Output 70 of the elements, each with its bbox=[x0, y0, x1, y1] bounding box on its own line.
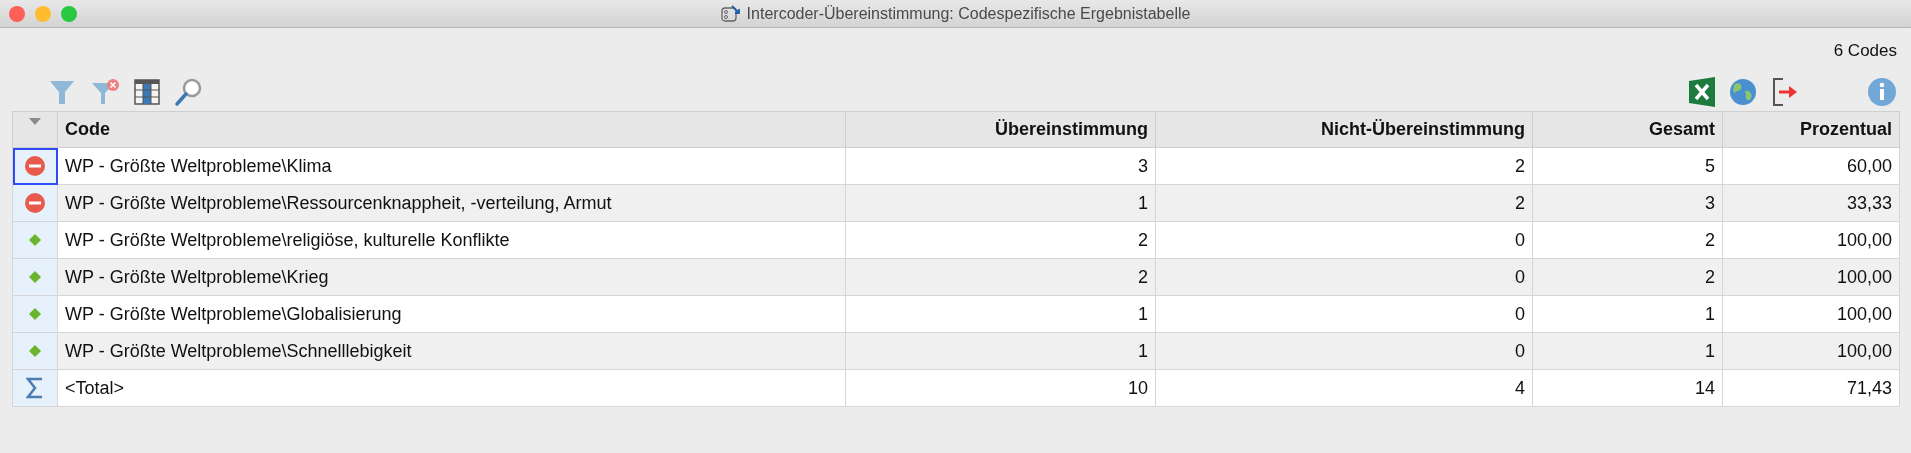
info-icon[interactable] bbox=[1867, 77, 1897, 107]
table-cell: 71,43 bbox=[1722, 369, 1900, 407]
column-header[interactable]: Nicht-Übereinstimmung bbox=[1155, 111, 1533, 148]
table-row[interactable]: WP - Größte Weltprobleme\Globalisierung 1 0 1 100,00 bbox=[12, 295, 1900, 333]
sort-header[interactable] bbox=[12, 111, 58, 148]
column-header[interactable]: Code bbox=[57, 111, 846, 148]
diamond-icon bbox=[29, 234, 41, 246]
table-cell: 100,00 bbox=[1722, 258, 1900, 296]
diamond-icon bbox=[29, 345, 41, 357]
table-cell: 100,00 bbox=[1722, 295, 1900, 333]
diamond-icon bbox=[29, 308, 41, 320]
table-row[interactable]: WP - Größte Weltprobleme\Ressourcenknappheit, -verteilung, Armut 1 2 3 33,33 bbox=[12, 184, 1900, 222]
spreadsheet-icon[interactable] bbox=[1689, 77, 1715, 107]
filter-icon[interactable] bbox=[48, 78, 76, 106]
table-cell: 1 bbox=[845, 332, 1156, 370]
search-icon[interactable] bbox=[174, 77, 204, 107]
table-row[interactable]: WP - Größte Weltprobleme\Klima 3 2 5 60,00 bbox=[12, 147, 1900, 185]
table-cell: 2 bbox=[1155, 184, 1533, 222]
table-cell: 0 bbox=[1155, 221, 1533, 259]
table-cell: WP - Größte Weltprobleme\religiöse, kulturelle Konflikte bbox=[57, 221, 846, 259]
table-cell: WP - Größte Weltprobleme\Klima bbox=[57, 147, 846, 185]
table-cell: WP - Größte Weltprobleme\Schnelllebigkeit bbox=[57, 332, 846, 370]
table-cell: 100,00 bbox=[1722, 332, 1900, 370]
table-cell: 5 bbox=[1532, 147, 1723, 185]
clear-filter-icon[interactable] bbox=[90, 78, 120, 106]
no-entry-icon bbox=[24, 155, 46, 177]
column-header[interactable]: Gesamt bbox=[1532, 111, 1723, 148]
table-cell: 60,00 bbox=[1722, 147, 1900, 185]
table-row[interactable]: WP - Größte Weltprobleme\Schnelllebigkeit 1 0 1 100,00 bbox=[12, 332, 1900, 370]
window-title: Intercoder-Übereinstimmung: Codespezifische Ergebnistabelle bbox=[746, 4, 1191, 23]
zoom-button[interactable] bbox=[61, 5, 77, 22]
minimize-button[interactable] bbox=[35, 5, 51, 22]
code-count: 6 Codes bbox=[1833, 41, 1897, 62]
table-row[interactable]: <Total> 10 4 14 71,43 bbox=[12, 369, 1900, 407]
table-cell: 0 bbox=[1155, 258, 1533, 296]
column-header[interactable]: Prozentual bbox=[1722, 111, 1900, 148]
app-icon bbox=[720, 4, 741, 23]
diamond-icon bbox=[29, 271, 41, 283]
globe-icon[interactable] bbox=[1729, 78, 1757, 106]
table-cell: <Total> bbox=[57, 369, 846, 407]
table-cell: 33,33 bbox=[1722, 184, 1900, 222]
table-cell: WP - Größte Weltprobleme\Ressourcenknappheit, -verteilung, Armut bbox=[57, 184, 846, 222]
table-cell: 10 bbox=[845, 369, 1156, 407]
table-cell: 1 bbox=[1532, 332, 1723, 370]
table-row[interactable]: WP - Größte Weltprobleme\Krieg 2 0 2 100,00 bbox=[12, 258, 1900, 296]
columns-icon[interactable] bbox=[134, 78, 160, 106]
table-cell: 14 bbox=[1532, 369, 1723, 407]
sort-caret-icon[interactable] bbox=[29, 118, 41, 125]
table-cell: 1 bbox=[1532, 295, 1723, 333]
table-cell: 3 bbox=[845, 147, 1156, 185]
column-header[interactable]: Übereinstimmung bbox=[845, 111, 1156, 148]
table-cell: 2 bbox=[845, 258, 1156, 296]
table-cell: 1 bbox=[845, 295, 1156, 333]
close-button[interactable] bbox=[9, 5, 25, 22]
table-cell: 2 bbox=[845, 221, 1156, 259]
table-cell: 2 bbox=[1155, 147, 1533, 185]
table-cell: WP - Größte Weltprobleme\Globalisierung bbox=[57, 295, 846, 333]
no-entry-icon bbox=[24, 192, 46, 214]
table-cell: WP - Größte Weltprobleme\Krieg bbox=[57, 258, 846, 296]
table-cell: 100,00 bbox=[1722, 221, 1900, 259]
table-cell: 0 bbox=[1155, 295, 1533, 333]
table-cell: 3 bbox=[1532, 184, 1723, 222]
table-cell: 1 bbox=[845, 184, 1156, 222]
table-cell: 2 bbox=[1532, 221, 1723, 259]
sigma-icon bbox=[26, 377, 44, 399]
export-icon[interactable] bbox=[1771, 77, 1799, 107]
table-cell: 0 bbox=[1155, 332, 1533, 370]
table-row[interactable]: WP - Größte Weltprobleme\religiöse, kulturelle Konflikte 2 0 2 100,00 bbox=[12, 221, 1900, 259]
table-cell: 2 bbox=[1532, 258, 1723, 296]
table-cell: 4 bbox=[1155, 369, 1533, 407]
